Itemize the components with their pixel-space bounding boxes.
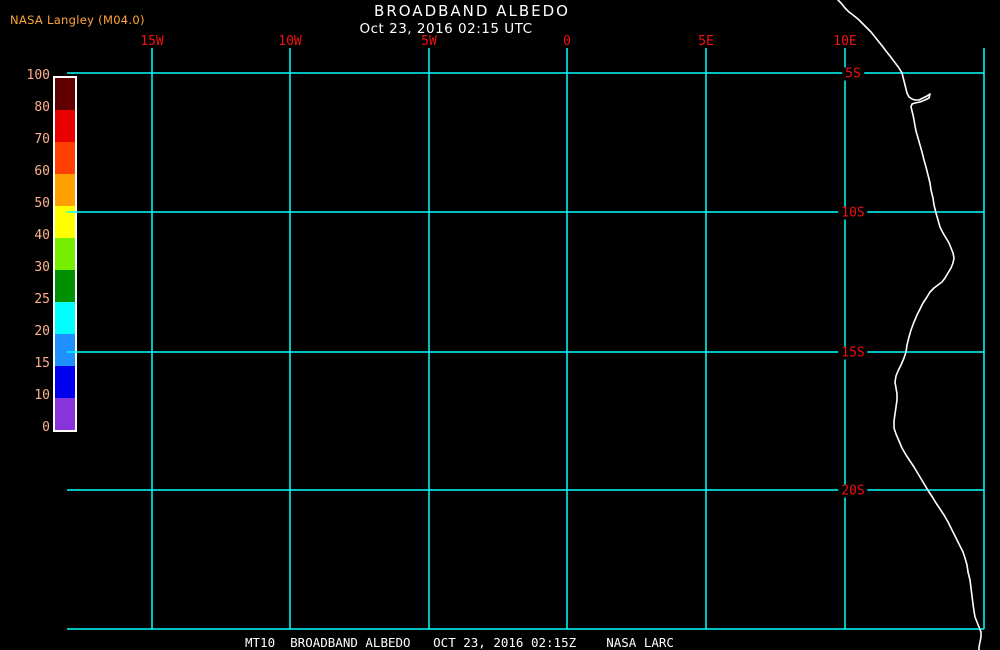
screen: NASA Langley (M04.0) BROADBAND ALBEDO Oc… <box>0 0 1000 650</box>
map-canvas <box>67 0 985 650</box>
coastline <box>837 0 982 650</box>
